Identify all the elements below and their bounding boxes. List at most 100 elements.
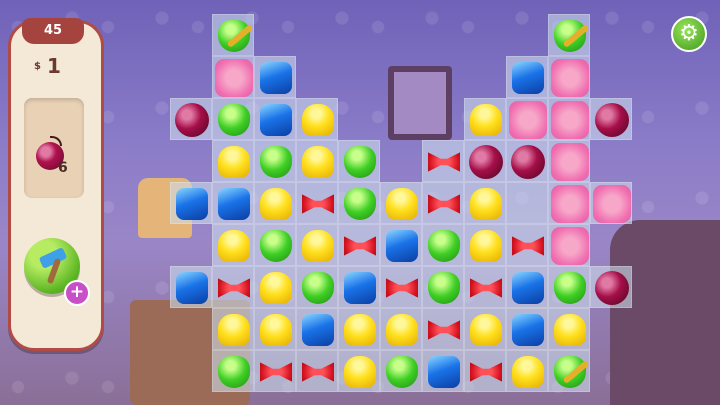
yellow-piece[interactable] [512, 356, 544, 388]
board-cell[interactable] [254, 224, 296, 266]
red-piece[interactable] [260, 362, 292, 382]
board-cell[interactable] [212, 350, 254, 392]
board-cell[interactable] [254, 308, 296, 350]
board-cell[interactable] [212, 14, 254, 56]
yellow-piece[interactable] [260, 314, 292, 346]
red-piece[interactable] [302, 194, 334, 214]
yellow-piece[interactable] [302, 146, 334, 178]
board-cell[interactable] [338, 266, 380, 308]
yellow-piece[interactable] [218, 230, 250, 262]
pink-blocker-tile[interactable] [551, 143, 589, 181]
board-cell[interactable] [506, 56, 548, 98]
board-cell[interactable] [254, 350, 296, 392]
red-piece[interactable] [428, 320, 460, 340]
board-cell[interactable] [296, 98, 338, 140]
board-cell[interactable] [296, 350, 338, 392]
board-cell[interactable] [506, 308, 548, 350]
board-cell[interactable] [338, 140, 380, 182]
board-cell[interactable] [212, 98, 254, 140]
pink-blocker-tile[interactable] [509, 101, 547, 139]
green-piece[interactable] [260, 230, 292, 262]
green-piece[interactable] [428, 272, 460, 304]
board-cell[interactable] [296, 308, 338, 350]
board-cell[interactable] [464, 224, 506, 266]
blue-piece[interactable] [218, 188, 250, 220]
cherry-piece[interactable] [469, 145, 503, 179]
board-cell[interactable] [254, 56, 296, 98]
board-cell[interactable] [548, 56, 590, 98]
blue-piece[interactable] [260, 104, 292, 136]
board-cell[interactable] [254, 140, 296, 182]
yellow-piece[interactable] [218, 314, 250, 346]
board-cell[interactable] [548, 350, 590, 392]
board-cell[interactable] [422, 308, 464, 350]
green-piece[interactable] [260, 146, 292, 178]
board-cell[interactable] [296, 224, 338, 266]
green-piece[interactable] [218, 104, 250, 136]
yellow-piece[interactable] [302, 104, 334, 136]
board-cell[interactable] [422, 140, 464, 182]
board-cell[interactable] [506, 98, 548, 140]
green-piece[interactable] [428, 230, 460, 262]
board-cell[interactable] [506, 182, 548, 224]
board-cell[interactable] [506, 224, 548, 266]
pink-blocker-tile[interactable] [593, 185, 631, 223]
board-cell[interactable] [254, 98, 296, 140]
board-cell[interactable] [170, 98, 212, 140]
board-cell[interactable] [212, 56, 254, 98]
board-cell[interactable] [464, 98, 506, 140]
board-cell[interactable] [212, 224, 254, 266]
board-cell[interactable] [296, 182, 338, 224]
board-cell[interactable] [170, 182, 212, 224]
board-cell[interactable] [464, 266, 506, 308]
board-cell[interactable] [254, 182, 296, 224]
red-piece[interactable] [428, 194, 460, 214]
pink-blocker-tile[interactable] [215, 59, 253, 97]
blue-piece[interactable] [176, 272, 208, 304]
pink-blocker-tile[interactable] [551, 101, 589, 139]
yellow-piece[interactable] [470, 230, 502, 262]
board-cell[interactable] [590, 182, 632, 224]
board-cell[interactable] [464, 350, 506, 392]
yellow-piece[interactable] [470, 188, 502, 220]
red-piece[interactable] [302, 362, 334, 382]
blue-piece[interactable] [260, 62, 292, 94]
yellow-piece[interactable] [344, 314, 376, 346]
red-piece[interactable] [344, 236, 376, 256]
board-cell[interactable] [380, 224, 422, 266]
yellow-piece[interactable] [344, 356, 376, 388]
pink-blocker-tile[interactable] [551, 227, 589, 265]
yellow-piece[interactable] [260, 272, 292, 304]
blue-piece[interactable] [512, 62, 544, 94]
cherry-piece[interactable] [511, 145, 545, 179]
board-cell[interactable] [422, 266, 464, 308]
board-cell[interactable] [548, 98, 590, 140]
board-cell[interactable] [506, 140, 548, 182]
red-piece[interactable] [428, 152, 460, 172]
board-cell[interactable] [380, 182, 422, 224]
yellow-piece[interactable] [470, 104, 502, 136]
board-cell[interactable] [170, 266, 212, 308]
blue-piece[interactable] [344, 272, 376, 304]
pink-blocker-tile[interactable] [551, 185, 589, 223]
red-piece[interactable] [470, 362, 502, 382]
board-cell[interactable] [296, 140, 338, 182]
board-cell[interactable] [548, 182, 590, 224]
board-cell[interactable] [338, 224, 380, 266]
blue-piece[interactable] [512, 314, 544, 346]
cherry-piece[interactable] [595, 271, 629, 305]
board-cell[interactable] [338, 350, 380, 392]
green-piece[interactable] [554, 272, 586, 304]
board-cell[interactable] [422, 182, 464, 224]
red-piece[interactable] [218, 278, 250, 298]
green-piece[interactable] [344, 188, 376, 220]
cherry-piece[interactable] [595, 103, 629, 137]
board-cell[interactable] [380, 266, 422, 308]
green-piece[interactable] [218, 356, 250, 388]
board-cell[interactable] [548, 140, 590, 182]
board-cell[interactable] [548, 14, 590, 56]
blue-piece[interactable] [386, 230, 418, 262]
board-cell[interactable] [422, 350, 464, 392]
blue-piece[interactable] [512, 272, 544, 304]
board-cell[interactable] [254, 266, 296, 308]
